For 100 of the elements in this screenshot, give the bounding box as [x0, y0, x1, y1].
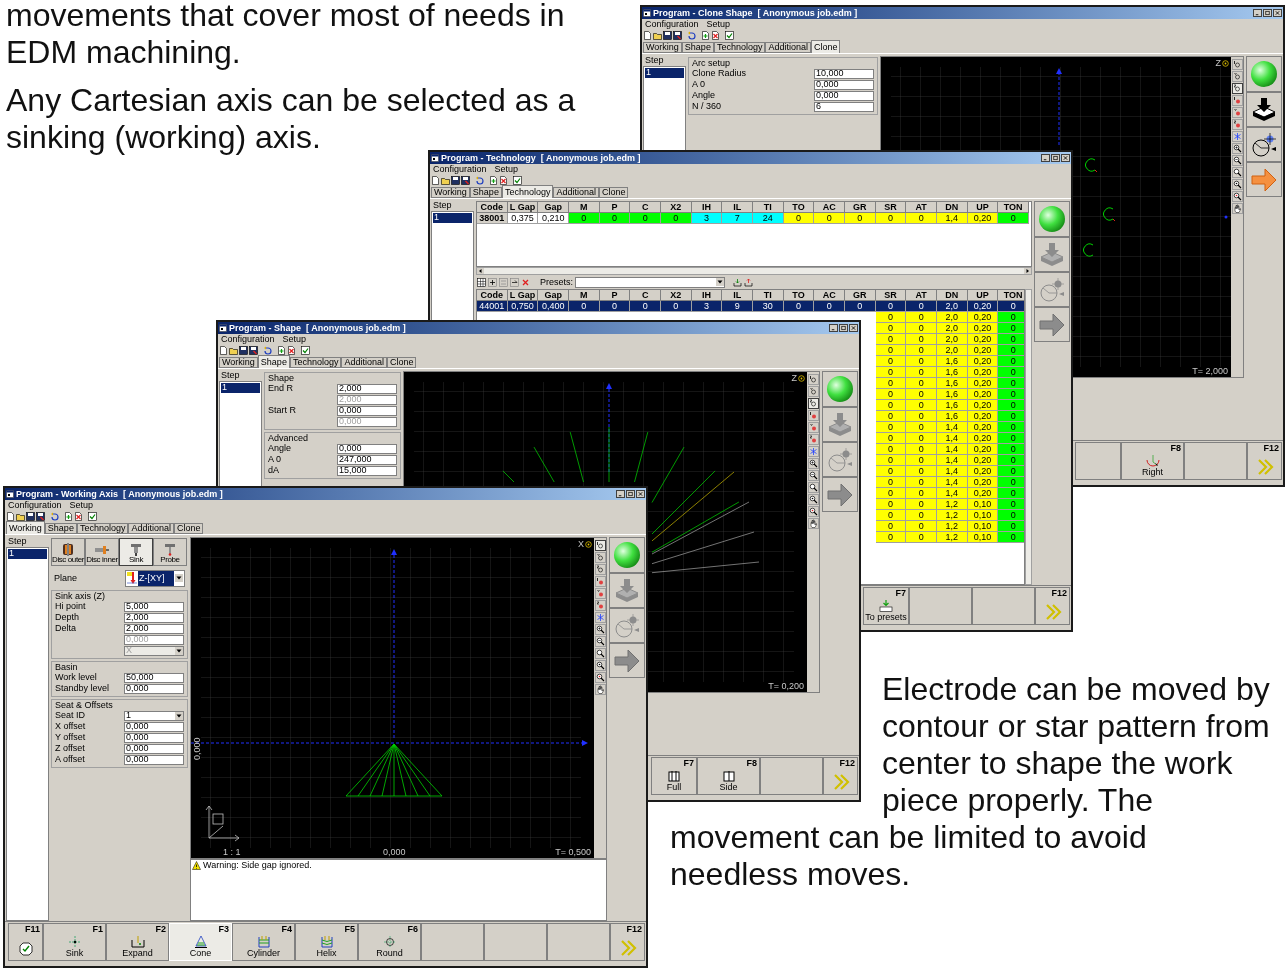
save-as-icon[interactable] [36, 512, 45, 521]
maximize-button[interactable] [1051, 154, 1060, 162]
input-field[interactable]: 2,000 [124, 612, 184, 623]
add-page-icon[interactable] [701, 31, 710, 40]
view-button[interactable] [594, 684, 606, 695]
tab[interactable]: Shape [469, 187, 502, 198]
scrollbar[interactable] [1025, 289, 1032, 585]
column-header[interactable]: C [630, 202, 661, 213]
function-key[interactable]: F12 [610, 923, 645, 961]
function-key[interactable]: F6 Round [358, 923, 421, 961]
input-field[interactable]: 2,000 [124, 623, 184, 634]
add-row-icon[interactable] [488, 277, 497, 287]
column-header[interactable]: P [599, 202, 631, 213]
tab[interactable]: Clone [386, 357, 417, 368]
view-button[interactable] [1231, 167, 1243, 178]
column-header[interactable]: AT [906, 202, 937, 213]
action-button[interactable] [1246, 127, 1282, 162]
function-key[interactable]: F1 Sink [43, 923, 106, 961]
tab[interactable]: Clone [810, 40, 841, 53]
input-field[interactable]: 0,000 [814, 90, 874, 101]
import-icon[interactable] [733, 277, 742, 287]
input-field[interactable]: 10,000 [814, 68, 874, 79]
column-header[interactable]: AC [814, 290, 845, 301]
column-header[interactable]: X2 [661, 290, 692, 301]
save-icon[interactable] [663, 31, 672, 40]
save-as-icon[interactable] [461, 176, 470, 185]
undo-icon[interactable] [687, 31, 696, 40]
action-button[interactable] [1246, 92, 1282, 127]
view-button[interactable] [594, 660, 606, 671]
maximize-button[interactable] [1263, 9, 1272, 17]
menu-item[interactable]: Setup [282, 335, 307, 344]
tab[interactable]: Additional [128, 523, 174, 534]
column-header[interactable]: IL [722, 290, 753, 301]
function-key[interactable]: F3 Cone [169, 923, 232, 961]
delete-page-icon[interactable] [711, 31, 720, 40]
column-header[interactable]: P [599, 290, 631, 301]
close-button[interactable] [1273, 9, 1282, 17]
tab[interactable]: Working [219, 357, 258, 368]
dropdown-arrow-icon[interactable] [175, 711, 183, 720]
function-key[interactable]: F8 Side [697, 757, 760, 795]
tab[interactable]: Clone [173, 523, 204, 534]
view-button[interactable] [1231, 191, 1243, 202]
open-folder-icon[interactable] [229, 346, 238, 355]
delete-page-icon[interactable] [74, 512, 83, 521]
tab[interactable]: Additional [341, 357, 387, 368]
delete-page-icon[interactable] [287, 346, 296, 355]
view-button[interactable] [594, 540, 606, 551]
view-button[interactable] [594, 648, 606, 659]
menu-item[interactable]: Configuration [8, 501, 62, 510]
open-folder-icon[interactable] [653, 31, 662, 40]
function-key[interactable] [760, 757, 823, 795]
tab[interactable]: Clone [598, 187, 629, 198]
minimize-button[interactable] [1041, 154, 1050, 162]
input-field[interactable]: 0,000 [124, 743, 184, 754]
new-file-icon[interactable] [643, 31, 652, 40]
save-as-icon[interactable] [249, 346, 258, 355]
add-page-icon[interactable] [64, 512, 73, 521]
view-button[interactable] [807, 494, 819, 505]
dropdown-arrow-icon[interactable] [716, 278, 724, 286]
menu-item[interactable]: Configuration [645, 20, 699, 29]
function-key[interactable]: F8 Right [1121, 442, 1184, 480]
step-item[interactable]: 1 [221, 383, 260, 393]
input-field[interactable]: 0,000 [814, 79, 874, 90]
view-button[interactable] [807, 482, 819, 493]
tab[interactable]: Shape [681, 42, 714, 53]
presets-dropdown[interactable] [575, 276, 725, 288]
step-item[interactable]: 1 [433, 213, 472, 223]
view-button[interactable] [594, 624, 606, 635]
scrollbar[interactable] [476, 267, 1032, 275]
tool-button[interactable]: Sink [119, 538, 153, 566]
maximize-button[interactable] [626, 490, 635, 498]
confirm-icon[interactable] [513, 176, 522, 185]
function-key[interactable]: F5 Helix [295, 923, 358, 961]
minimize-button[interactable] [616, 490, 625, 498]
column-header[interactable]: TI [753, 290, 784, 301]
dropdown-arrow-icon[interactable] [175, 574, 183, 582]
column-header[interactable]: X2 [661, 202, 692, 213]
plane-dropdown[interactable]: Z-[XY] [125, 569, 185, 587]
confirm-icon[interactable] [301, 346, 310, 355]
move-row-icon[interactable] [510, 277, 519, 287]
tab[interactable]: Additional [553, 187, 599, 198]
open-folder-icon[interactable] [441, 176, 450, 185]
export-icon[interactable] [744, 277, 753, 287]
delete-page-icon[interactable] [499, 176, 508, 185]
function-key[interactable] [484, 923, 547, 961]
tab[interactable]: Working [643, 42, 682, 53]
tab[interactable]: Technology [289, 357, 342, 368]
function-key[interactable]: F4 Cylinder [232, 923, 295, 961]
tab[interactable]: Technology [501, 185, 554, 198]
column-header[interactable]: IL [722, 202, 753, 213]
add-page-icon[interactable] [489, 176, 498, 185]
function-key[interactable] [547, 923, 610, 961]
tool-button[interactable]: Disc inner [85, 538, 119, 566]
confirm-icon[interactable] [88, 512, 97, 521]
input-field[interactable]: 50,000 [124, 672, 184, 683]
dropdown[interactable]: 1 [124, 710, 184, 721]
input-field[interactable]: 6 [814, 101, 874, 112]
view-button[interactable] [594, 636, 606, 647]
scroll-left-icon[interactable] [477, 268, 484, 274]
column-header[interactable]: M [569, 202, 600, 213]
